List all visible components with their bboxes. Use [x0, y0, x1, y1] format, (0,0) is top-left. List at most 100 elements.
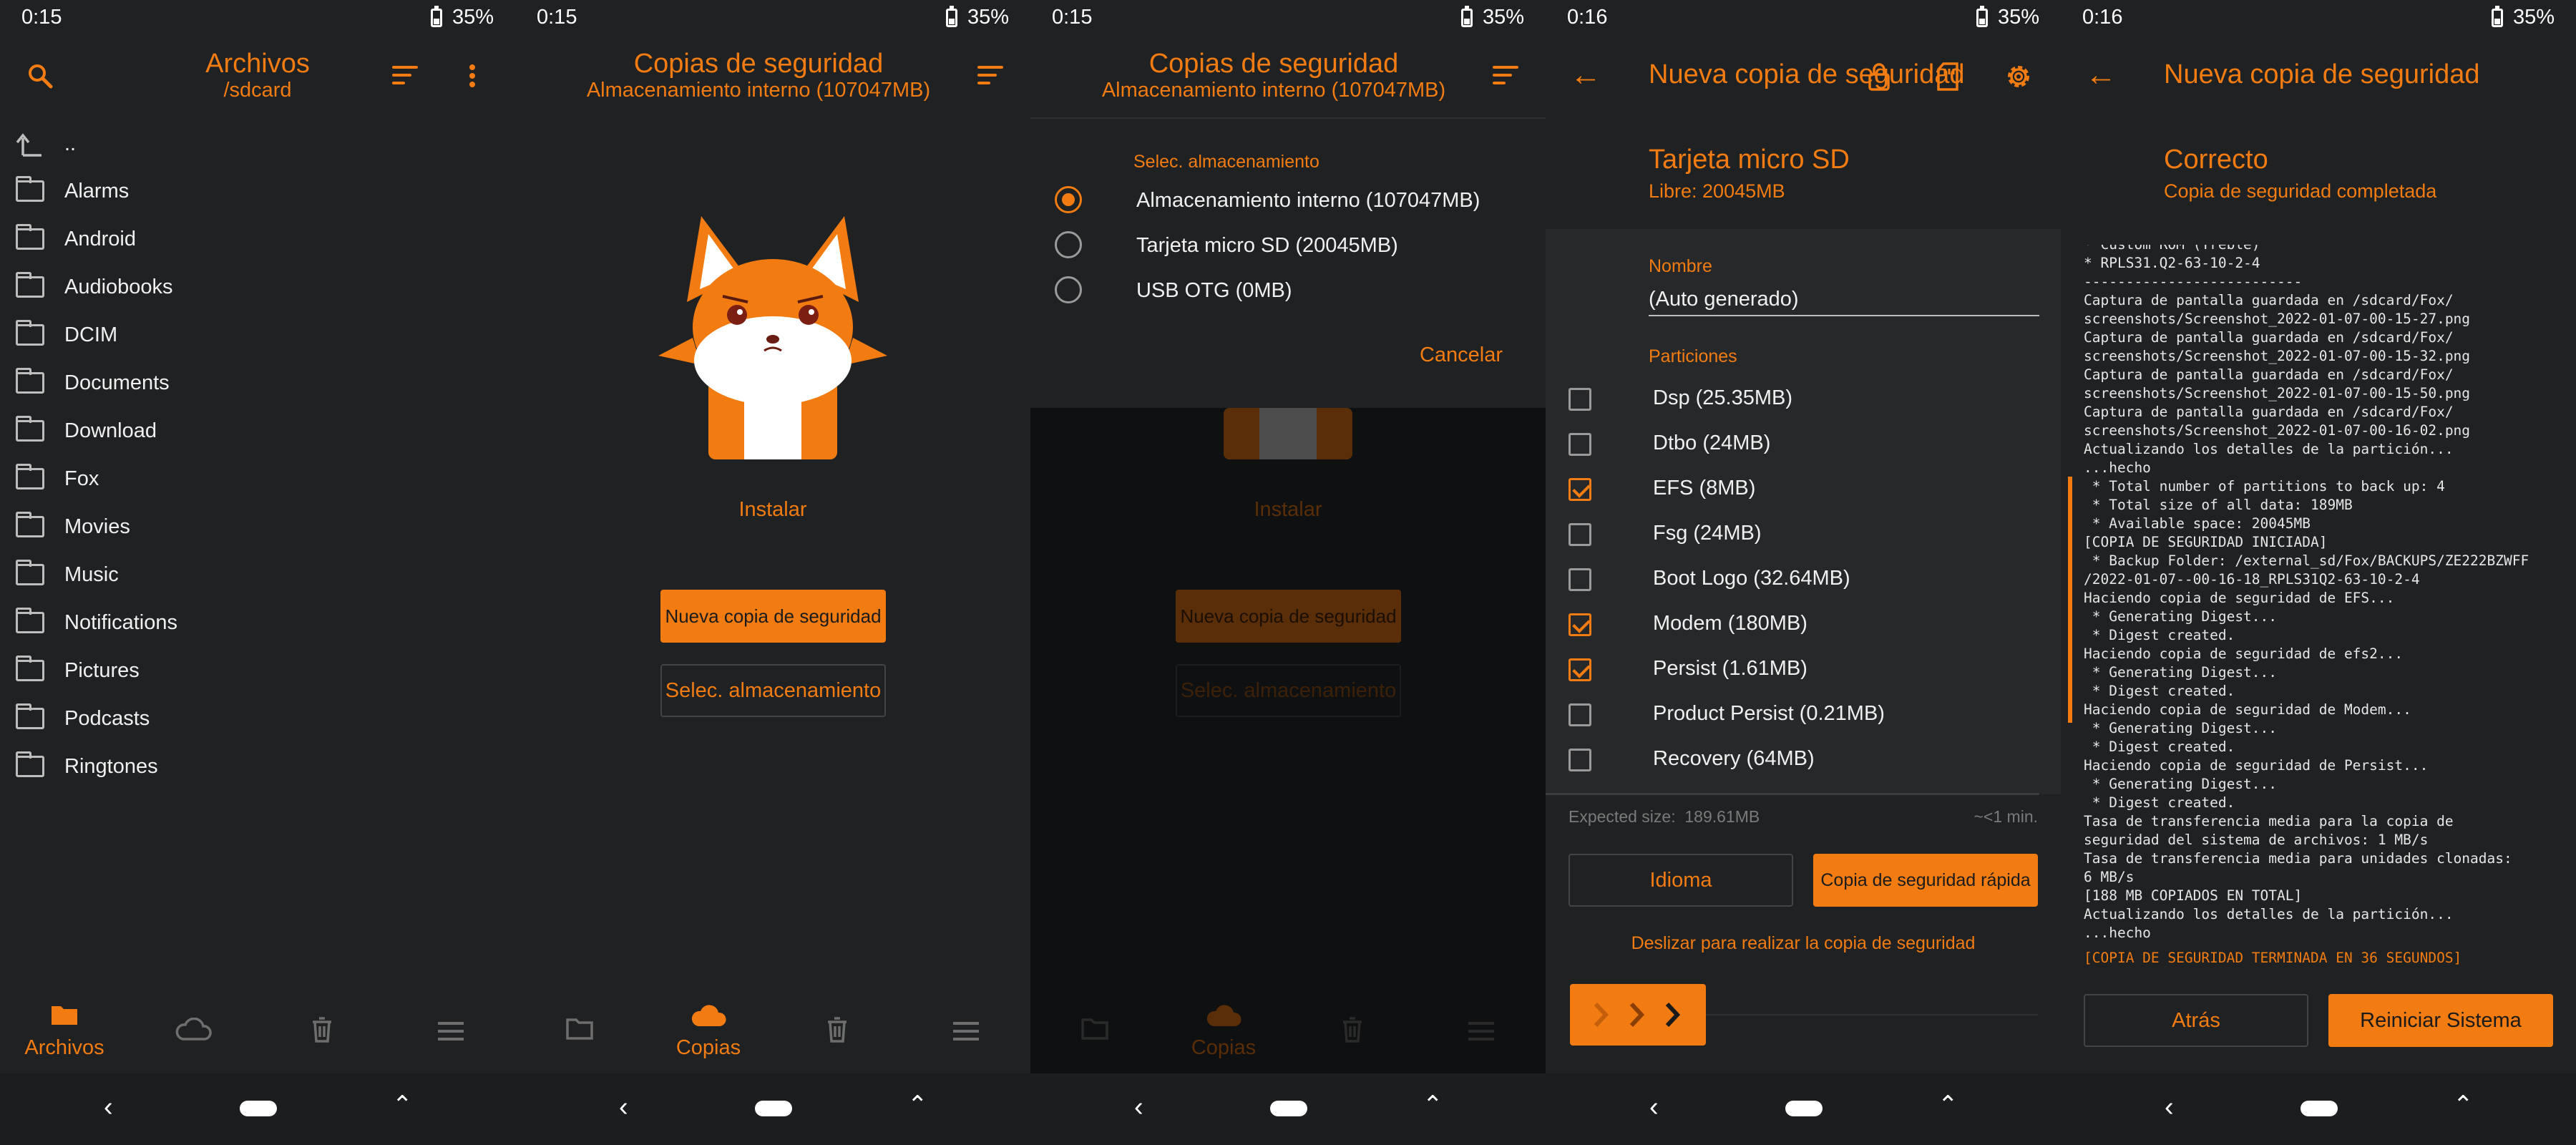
lock-icon[interactable] — [1868, 62, 1890, 92]
partition-row[interactable]: Dsp (25.35MB) — [1546, 381, 2061, 424]
sort-icon[interactable] — [392, 66, 418, 86]
quick-backup-button[interactable]: Copia de seguridad rápida — [1813, 854, 2038, 907]
console-log-line: Captura de pantalla guardada en /sdcard/… — [2084, 404, 2454, 420]
system-home-pill[interactable] — [2301, 1101, 2338, 1116]
partition-row[interactable]: Boot Logo (32.64MB) — [1546, 561, 2061, 604]
install-label[interactable]: Instalar — [515, 498, 1030, 522]
sort-icon[interactable] — [977, 66, 1003, 86]
cloud-icon — [691, 1005, 726, 1026]
console-log-line: 6 MB/s — [2084, 869, 2135, 885]
reboot-system-button[interactable]: Reiniciar Sistema — [2328, 994, 2553, 1047]
checkbox-unchecked[interactable] — [1568, 433, 1591, 456]
radio-micro-sd[interactable] — [1055, 231, 1082, 258]
system-back-icon[interactable]: ‹ — [619, 1092, 628, 1123]
more-options-icon[interactable] — [465, 62, 479, 90]
sort-icon[interactable] — [1493, 66, 1518, 86]
folder-name: Music — [64, 562, 119, 586]
folder-row[interactable]: Ringtones — [16, 743, 158, 790]
system-back-icon[interactable]: ‹ — [104, 1092, 113, 1123]
system-back-icon[interactable]: ‹ — [1134, 1092, 1143, 1123]
checkbox-unchecked[interactable] — [1568, 523, 1591, 546]
partition-row[interactable]: Product Persist (0.21MB) — [1546, 696, 2061, 739]
checkbox-unchecked[interactable] — [1568, 749, 1591, 771]
system-recents-icon[interactable]: ⌃ — [1423, 1091, 1443, 1119]
system-recents-icon[interactable]: ⌃ — [1938, 1091, 1958, 1119]
status-time: 0:15 — [1052, 6, 1093, 29]
console-log-line: screenshots/Screenshot_2022-01-07-00-15-… — [2084, 385, 2471, 401]
system-recents-icon[interactable]: ⌃ — [907, 1091, 928, 1119]
back-arrow-icon[interactable]: ← — [2085, 57, 2117, 93]
folder-row[interactable]: Audiobooks — [16, 263, 173, 311]
nav-cloud[interactable] — [129, 980, 258, 1073]
system-recents-icon[interactable]: ⌃ — [392, 1091, 413, 1119]
option-internal-storage[interactable]: Almacenamiento interno (107047MB) — [1136, 189, 1480, 213]
radio-usb-otg[interactable] — [1055, 276, 1082, 303]
select-storage-button[interactable]: Selec. almacenamiento — [660, 664, 886, 717]
system-home-pill[interactable] — [1270, 1101, 1307, 1116]
checkbox-checked[interactable] — [1568, 613, 1591, 636]
option-usb-otg[interactable]: USB OTG (0MB) — [1136, 279, 1292, 303]
system-home-pill[interactable] — [1785, 1101, 1823, 1116]
slide-to-backup-handle[interactable] — [1570, 984, 1706, 1046]
option-micro-sd[interactable]: Tarjeta micro SD (20045MB) — [1136, 234, 1398, 258]
partition-row[interactable]: Modem (180MB) — [1546, 606, 2061, 649]
cancel-button[interactable]: Cancelar — [1420, 344, 1503, 367]
partition-row[interactable]: EFS (8MB) — [1546, 471, 2061, 514]
system-back-icon[interactable]: ‹ — [2165, 1092, 2174, 1123]
nav-menu[interactable] — [902, 980, 1030, 1073]
folder-name: Alarms — [64, 179, 130, 203]
folder-row[interactable]: Fox — [16, 455, 99, 502]
nav-delete[interactable] — [773, 980, 902, 1073]
checkbox-unchecked[interactable] — [1568, 703, 1591, 726]
folder-row[interactable]: DCIM — [16, 311, 117, 359]
system-home-pill[interactable] — [755, 1101, 792, 1116]
folder-row[interactable]: Download — [16, 407, 157, 454]
nav-delete[interactable] — [258, 980, 386, 1073]
checkbox-unchecked[interactable] — [1568, 388, 1591, 411]
language-button[interactable]: Idioma — [1568, 854, 1793, 907]
back-button[interactable]: Atrás — [2084, 994, 2308, 1047]
folder-row[interactable]: Android — [16, 215, 136, 263]
console-log-line: screenshots/Screenshot_2022-01-07-00-16-… — [2084, 422, 2471, 439]
name-input[interactable]: (Auto generado) — [1649, 288, 2039, 316]
folder-row[interactable]: Notifications — [16, 599, 177, 646]
parent-directory-row[interactable]: .. — [16, 120, 76, 167]
console-scrollbar[interactable] — [2068, 477, 2072, 723]
partition-row[interactable]: Persist (1.61MB) — [1546, 651, 2061, 694]
checkbox-checked[interactable] — [1568, 478, 1591, 501]
nav-menu[interactable] — [386, 980, 515, 1073]
console-log-line: * Backup Folder: /external_sd/Fox/BACKUP… — [2084, 552, 2529, 569]
folder-icon — [16, 703, 44, 729]
checkbox-unchecked[interactable] — [1568, 568, 1591, 591]
nav-archivos[interactable] — [515, 980, 644, 1073]
console-log-line: * Total size of all data: 189MB — [2084, 497, 2353, 513]
partition-row[interactable]: Dtbo (24MB) — [1546, 426, 2061, 469]
folder-row[interactable]: Pictures — [16, 647, 140, 694]
partition-row[interactable]: Fsg (24MB) — [1546, 516, 2061, 559]
battery-icon — [1976, 5, 1988, 27]
radio-internal-storage[interactable] — [1055, 186, 1082, 213]
nav-archivos[interactable]: Archivos — [0, 980, 129, 1073]
folder-name: Documents — [64, 371, 170, 394]
system-recents-icon[interactable]: ⌃ — [2453, 1091, 2474, 1119]
folder-row[interactable]: Documents — [16, 359, 170, 406]
folder-row[interactable]: Alarms — [16, 167, 129, 215]
system-back-icon[interactable]: ‹ — [1649, 1092, 1659, 1123]
nav-copias[interactable]: Copias — [644, 980, 773, 1073]
console-log-line: ...hecho — [2084, 925, 2151, 941]
folder-row[interactable]: Podcasts — [16, 695, 150, 742]
new-backup-button[interactable]: Nueva copia de seguridad — [660, 590, 886, 643]
battery-indicator: 35% — [1976, 5, 2039, 29]
checkbox-checked[interactable] — [1568, 658, 1591, 681]
settings-gear-icon[interactable] — [2004, 62, 2034, 92]
system-home-pill[interactable] — [240, 1101, 277, 1116]
slide-instruction: Deslizar para realizar la copia de segur… — [1631, 933, 1976, 953]
console-log-line: * Generating Digest... — [2084, 608, 2278, 625]
battery-percent: 35% — [1482, 6, 1524, 29]
sd-card-icon[interactable] — [1936, 62, 1959, 92]
result-subtitle: Copia de seguridad completada — [2164, 180, 2437, 202]
folder-row[interactable]: Music — [16, 551, 119, 598]
back-arrow-icon[interactable]: ← — [1570, 57, 1601, 93]
folder-row[interactable]: Movies — [16, 503, 130, 550]
partition-row[interactable]: Recovery (64MB) — [1546, 741, 2061, 784]
